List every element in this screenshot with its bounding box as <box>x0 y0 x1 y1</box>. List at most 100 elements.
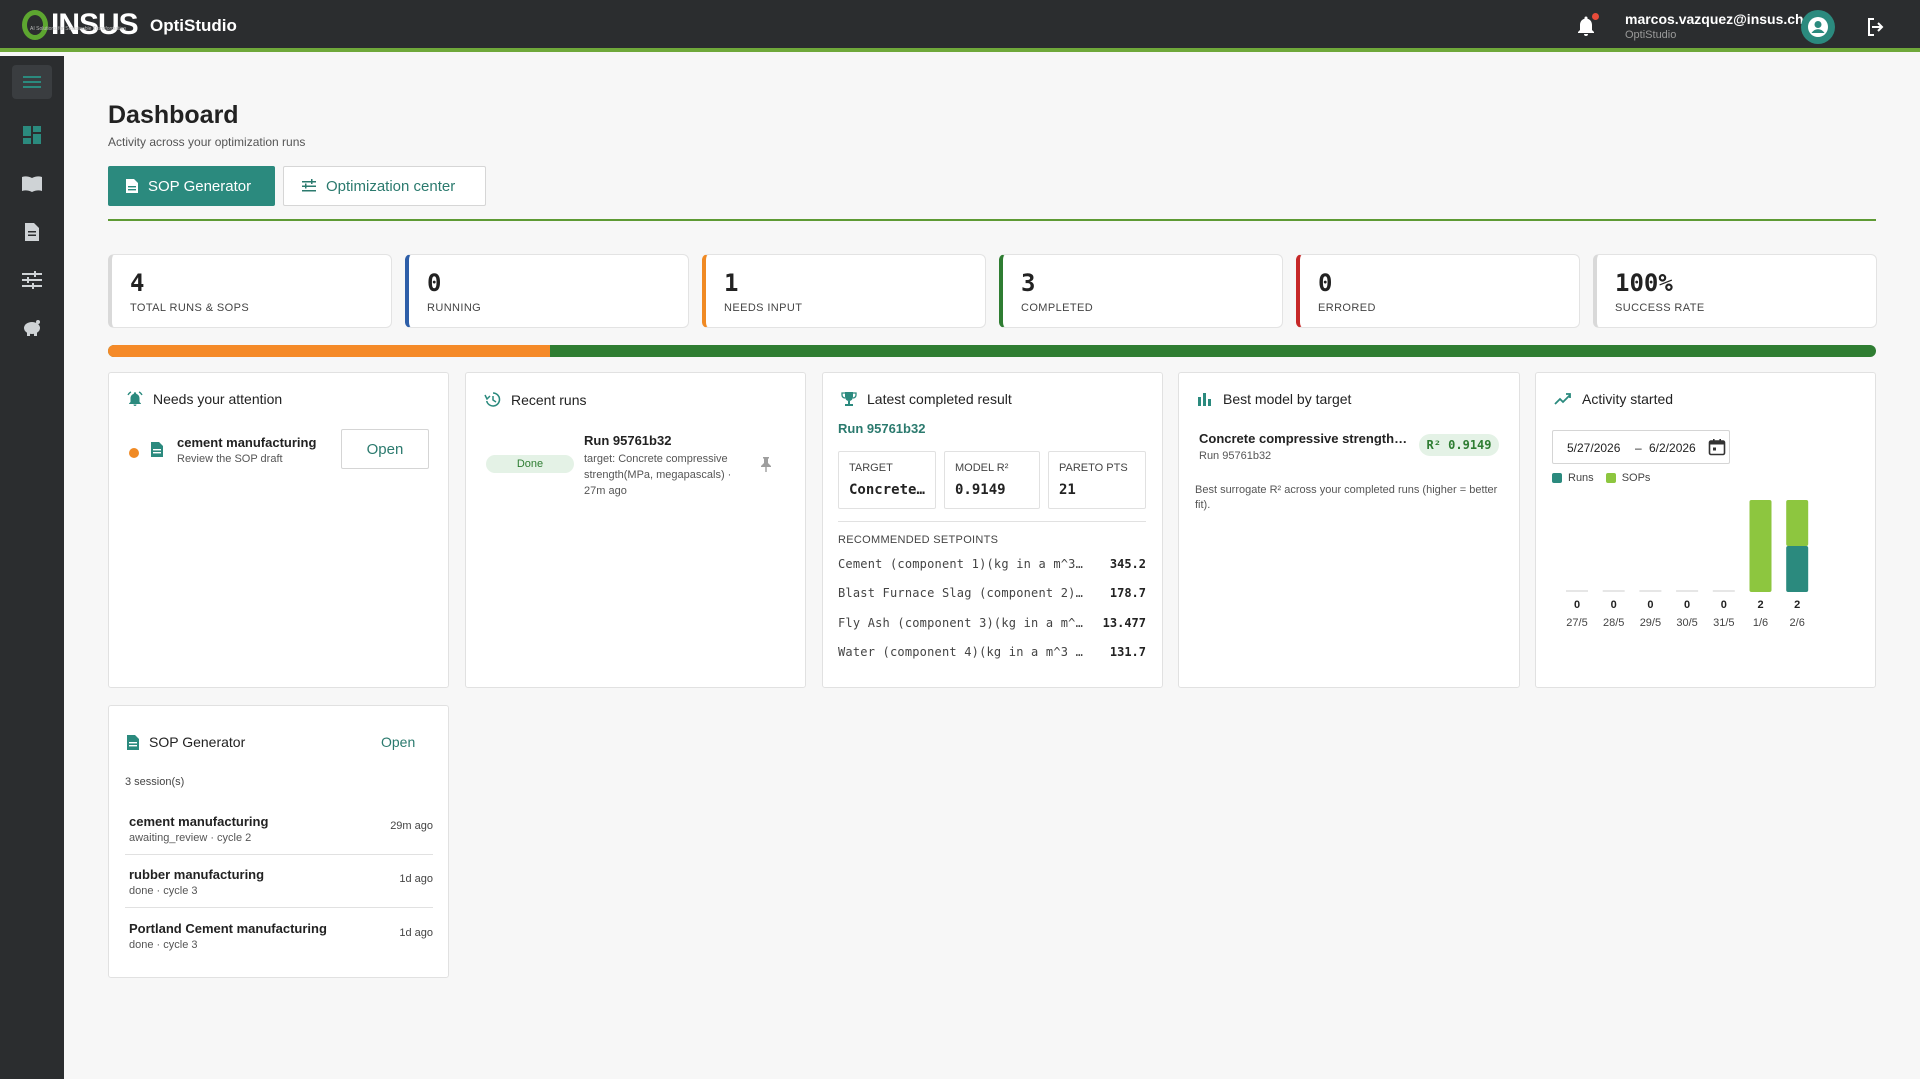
sop-generator-button[interactable]: SOP Generator <box>108 166 275 206</box>
legend-label: Runs <box>1568 472 1594 484</box>
needs-input-segment <box>108 345 550 357</box>
optimization-center-button[interactable]: Optimization center <box>283 166 486 206</box>
data-label: 2 <box>1757 599 1763 611</box>
session-time: 29m ago <box>390 820 433 832</box>
latest-result-card: Latest completed result Run 95761b32 TAR… <box>822 372 1163 688</box>
sop-generator-card: SOP Generator Open 3 session(s) cement m… <box>108 705 449 978</box>
insus-logo[interactable]: INSUS <box>22 8 139 41</box>
list-item[interactable]: rubber manufacturing done · cycle 3 1d a… <box>125 855 433 908</box>
menu-toggle[interactable] <box>12 65 52 99</box>
status-progress-bar <box>108 345 1876 357</box>
card-title: Best model by target <box>1223 391 1352 407</box>
alarm-icon <box>127 391 143 406</box>
needs-attention-card: Needs your attention cement manufacturin… <box>108 372 449 688</box>
bar-empty <box>1712 590 1735 592</box>
activity-card: Activity started 5/27/2026 – 6/2/2026 Ru… <box>1535 372 1876 688</box>
card-title: Activity started <box>1582 391 1674 407</box>
tick-label: 30/5 <box>1676 617 1697 629</box>
best-model-run: Run 95761b32 <box>1199 450 1272 462</box>
stat-value: 0 <box>427 269 442 297</box>
run-name[interactable]: Run 95761b32 <box>584 433 671 448</box>
data-label: 2 <box>1794 599 1800 611</box>
session-status: done · cycle 3 <box>129 885 198 897</box>
stat-card-completed: 3 COMPLETED <box>999 254 1283 328</box>
open-button[interactable]: Open <box>341 429 429 469</box>
sop-open-link[interactable]: Open <box>381 734 415 750</box>
tick-label: 31/5 <box>1713 617 1734 629</box>
target-value: Concrete compressive strength <box>849 482 929 498</box>
best-model-card: Best model by target Concrete compressiv… <box>1178 372 1520 688</box>
tick-label: 1/6 <box>1753 617 1768 629</box>
sidebar-item-savings[interactable] <box>12 311 52 345</box>
stat-card-running: 0 RUNNING <box>405 254 689 328</box>
pareto-box: PARETO PTS 21 <box>1048 451 1146 509</box>
logo-tagline: AI Solutions for Sustainable Transformat… <box>30 26 127 32</box>
model-r2-value: 0.9149 <box>955 482 1006 498</box>
logout-icon[interactable] <box>1864 15 1888 39</box>
stat-card-needs-input: 1 NEEDS INPUT <box>702 254 986 328</box>
page-subtitle: Activity across your optimization runs <box>108 135 306 149</box>
document-icon <box>127 734 139 750</box>
latest-run-link[interactable]: Run 95761b32 <box>838 421 925 436</box>
best-model-note: Best surrogate R² across your completed … <box>1195 484 1498 511</box>
sidebar-item-sop[interactable] <box>12 215 52 249</box>
notification-dot <box>1592 13 1599 20</box>
setpoint-name: Cement (component 1)(kg in a m^3 mixture… <box>838 557 1086 571</box>
list-item[interactable]: cement manufacturing awaiting_review · c… <box>125 802 433 855</box>
date-range-picker[interactable]: 5/27/2026 – 6/2/2026 <box>1552 430 1730 464</box>
top-bar: INSUS AI Solutions for Sustainable Trans… <box>0 0 1920 52</box>
legend-item-sops: SOPs <box>1605 472 1650 484</box>
recommended-label: RECOMMENDED SETPOINTS <box>838 534 999 546</box>
stat-value: 100% <box>1615 269 1673 297</box>
dashboard-icon <box>23 126 41 144</box>
setpoint-value: 131.7 <box>1109 645 1146 659</box>
legend-item-runs: Runs <box>1552 472 1594 484</box>
attention-item-name: cement manufacturing <box>177 435 317 450</box>
setpoint-name: Fly Ash (component 3)(kg in a m^3 mixtur… <box>838 616 1086 630</box>
tick-label: 27/5 <box>1566 617 1587 629</box>
logo-text: INSUS <box>51 8 139 41</box>
setpoint-row: Fly Ash (component 3)(kg in a m^3 mixtur… <box>838 613 1146 633</box>
setpoint-value: 178.7 <box>1109 586 1146 600</box>
date-from: 5/27/2026 <box>1567 441 1621 455</box>
list-item[interactable]: Portland Cement manufacturing done · cyc… <box>125 909 433 962</box>
bar-empty <box>1639 590 1662 592</box>
tick-label: 29/5 <box>1640 617 1661 629</box>
model-r2-box: MODEL R² 0.9149 <box>944 451 1040 509</box>
stat-card-errored: 0 ERRORED <box>1296 254 1580 328</box>
sidebar-item-optimization[interactable] <box>12 263 52 297</box>
sidebar-item-docs[interactable] <box>12 167 52 201</box>
stat-card-total: 4 TOTAL RUNS & SOPS <box>108 254 392 328</box>
stat-label: TOTAL RUNS & SOPS <box>130 302 250 314</box>
setpoint-value: 345.2 <box>1109 557 1146 571</box>
data-label: 0 <box>1684 599 1690 611</box>
sidebar-item-dashboard[interactable] <box>12 118 52 152</box>
legend-swatch <box>1605 473 1616 483</box>
user-email: marcos.vazquez@insus.ch <box>1625 11 1804 27</box>
calendar-icon[interactable] <box>1708 438 1726 456</box>
r2-badge: R² 0.9149 <box>1419 434 1499 456</box>
tick-label: 2/6 <box>1790 617 1805 629</box>
app-name: OptiStudio <box>150 16 237 35</box>
session-name: rubber manufacturing <box>129 867 265 882</box>
optimization-center-button-label: Optimization center <box>326 177 456 195</box>
best-model-target: Concrete compressive strength(MPa, megap… <box>1199 431 1409 446</box>
setpoint-row: Cement (component 1)(kg in a m^3 mixture… <box>838 554 1146 574</box>
pin-icon[interactable] <box>760 456 772 472</box>
session-time: 1d ago <box>399 927 433 939</box>
session-name: Portland Cement manufacturing <box>129 921 327 936</box>
session-time: 1d ago <box>399 873 433 885</box>
setpoint-row: Water (component 4)(kg in a m^3 mixture)… <box>838 642 1146 662</box>
chart-legend: Runs SOPs <box>1552 472 1650 484</box>
session-name: cement manufacturing <box>129 814 269 829</box>
card-title: Needs your attention <box>153 391 283 407</box>
user-icon <box>1808 17 1828 37</box>
bar-sops <box>1786 500 1809 546</box>
bar-empty <box>1676 590 1699 592</box>
status-badge: Done <box>486 455 574 473</box>
data-label: 0 <box>1647 599 1653 611</box>
avatar[interactable] <box>1801 10 1835 44</box>
stat-value: 3 <box>1021 269 1036 297</box>
stat-label: SUCCESS RATE <box>1615 302 1705 314</box>
session-status: awaiting_review · cycle 2 <box>129 832 252 844</box>
